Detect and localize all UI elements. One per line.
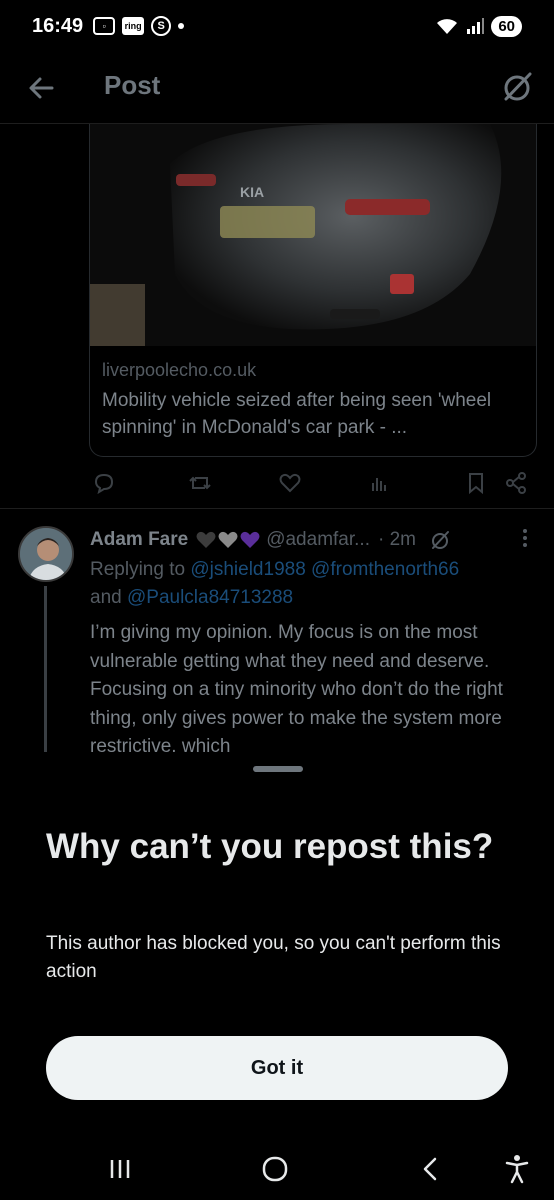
card-title: Mobility vehicle seized after being seen… (102, 390, 492, 438)
post-actions (89, 464, 539, 504)
signal-icon (467, 18, 485, 34)
top-app-bar: Post (0, 52, 554, 124)
mention-link-2[interactable]: @fromthenorth66 (311, 559, 459, 580)
card-meta: liverpoolecho.co.uk Mobility vehicle sei… (102, 360, 527, 441)
share-icon[interactable] (503, 470, 529, 496)
car-logo-text: KIA (240, 184, 264, 200)
mention-link-3[interactable]: @Paulcla84713288 (127, 587, 293, 608)
status-time: 16:49 (32, 14, 84, 37)
avatar[interactable] (18, 526, 74, 582)
replying-and: and (90, 587, 127, 608)
bottom-sheet: Why can’t you repost this? This author h… (0, 752, 554, 1200)
white-heart-icon (218, 531, 238, 548)
black-heart-icon (196, 531, 216, 548)
card-domain: liverpoolecho.co.uk (102, 360, 257, 380)
purple-heart-icon (240, 531, 260, 548)
status-icons: ▫ ring S (93, 16, 185, 36)
more-options-icon[interactable] (522, 528, 528, 548)
accessibility-icon[interactable] (500, 1152, 534, 1186)
sheet-message: This author has blocked you, so you can'… (46, 933, 501, 982)
divider (0, 508, 554, 509)
reply-post[interactable]: Adam Fare @adamfar... · 2m Replying to @… (0, 522, 554, 788)
link-preview-card[interactable]: KIA liverpoolecho.co.uk Mobility vehicle… (89, 124, 537, 457)
got-it-button[interactable]: Got it (46, 1036, 508, 1100)
reply-icon[interactable] (91, 470, 117, 496)
home-icon[interactable] (258, 1152, 292, 1186)
status-right: 60 (435, 15, 522, 37)
replying-to: Replying to @jshield1988 @fromthenorth66… (90, 556, 530, 612)
back-arrow-icon[interactable] (24, 70, 60, 106)
sheet-title: Why can’t you repost this? (46, 827, 494, 866)
repost-icon[interactable] (187, 470, 213, 496)
ring-icon: ring (122, 17, 145, 35)
author-name[interactable]: Adam Fare (90, 529, 188, 551)
notification-dot-icon (178, 23, 185, 29)
status-bar: 16:49 ▫ ring S 60 (0, 0, 554, 52)
like-icon[interactable] (277, 470, 303, 496)
recent-apps-icon[interactable] (103, 1152, 137, 1186)
name-emoji (196, 531, 260, 549)
views-icon[interactable] (367, 470, 393, 496)
battery-indicator: 60 (491, 15, 522, 37)
screenshot-icon: ▫ (93, 17, 116, 35)
author-handle[interactable]: @adamfar... (266, 529, 370, 551)
grok-icon[interactable] (428, 528, 452, 552)
reply-text: I’m giving my opinion. My focus is on th… (90, 622, 503, 757)
system-nav-bar (0, 1140, 554, 1200)
reply-header: Adam Fare @adamfar... · 2m (90, 526, 530, 554)
bookmark-icon[interactable] (463, 470, 489, 496)
s-app-icon: S (151, 16, 172, 36)
wifi-icon (437, 19, 458, 34)
drag-handle[interactable] (253, 766, 303, 772)
back-icon[interactable] (414, 1152, 448, 1186)
grok-icon[interactable] (498, 68, 536, 106)
page-title: Post (104, 70, 161, 100)
article-image: KIA (90, 124, 536, 346)
mention-link-1[interactable]: @jshield1988 (190, 559, 305, 580)
post-feed: Post KIA liverpoolecho.co.uk Mobility ve… (0, 52, 554, 788)
thread-line (44, 586, 47, 756)
post-time: · 2m (377, 529, 416, 550)
replying-prefix: Replying to (90, 559, 191, 580)
